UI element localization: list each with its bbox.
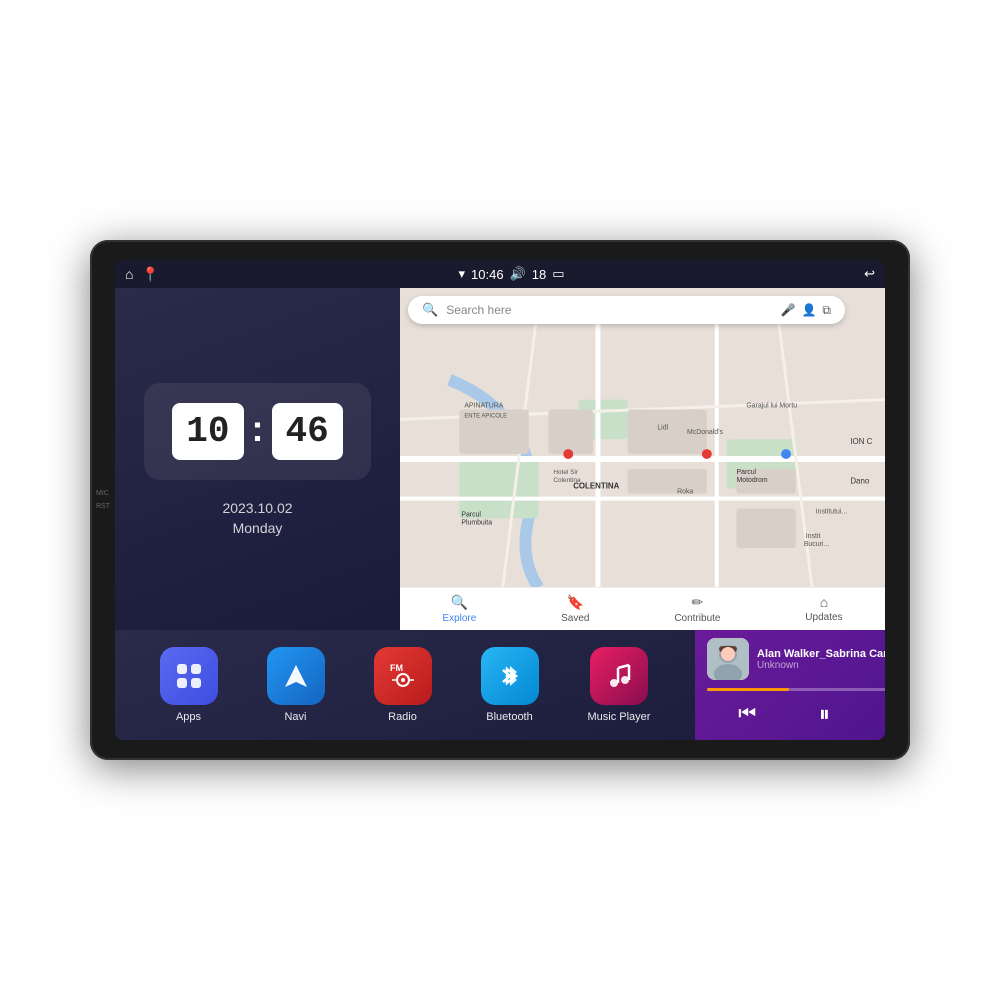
music-player-icon [590, 647, 648, 705]
app-music-player[interactable]: Music Player [588, 647, 651, 723]
svg-text:Institutui...: Institutui... [816, 508, 848, 515]
svg-text:Parcul: Parcul [737, 469, 757, 476]
side-labels: MIC RST [96, 490, 110, 510]
next-button[interactable]: ⏭ [885, 701, 886, 728]
map-bottom-nav: 🔍 Explore 🔖 Saved ✏ Contribute ⌂ [400, 587, 885, 630]
svg-text:McDonald's: McDonald's [687, 429, 723, 436]
contribute-label: Contribute [674, 613, 720, 624]
updates-icon: ⌂ [820, 594, 828, 610]
app-radio[interactable]: FM Radio [374, 647, 432, 723]
account-icon[interactable]: 👤 [801, 303, 816, 317]
svg-text:Roka: Roka [677, 489, 693, 496]
bluetooth-label: Bluetooth [486, 711, 532, 723]
apps-label: Apps [176, 711, 201, 723]
bottom-row: Apps Navi FM [115, 630, 885, 740]
app-bluetooth[interactable]: Bluetooth [481, 647, 539, 723]
back-icon[interactable]: ↩ [864, 266, 875, 282]
navi-icon [267, 647, 325, 705]
svg-text:FM: FM [390, 663, 403, 673]
search-icon: 🔍 [422, 302, 438, 318]
contribute-icon: ✏ [692, 594, 704, 611]
map-nav-explore[interactable]: 🔍 Explore [442, 594, 476, 624]
svg-text:Plumbuita: Plumbuita [461, 519, 492, 526]
app-apps[interactable]: Apps [160, 647, 218, 723]
navi-label: Navi [284, 711, 306, 723]
battery-icon: ▭ [552, 266, 564, 282]
bluetooth-icon [481, 647, 539, 705]
music-avatar [707, 638, 749, 680]
mic-label: MIC [96, 490, 110, 497]
clock-widget: 10 : 46 [144, 383, 370, 480]
radio-label: Radio [388, 711, 417, 723]
map-search-right-icons: 🎤 👤 ⧉ [781, 303, 831, 318]
signal-icon: ▾ [458, 266, 465, 282]
music-player-label: Music Player [588, 711, 651, 723]
map-svg: APINATURA ENTE APICOLE Lidl Garajul lui … [400, 288, 885, 630]
play-pause-button[interactable]: ⏸ [811, 699, 838, 729]
map-pin-icon[interactable]: 📍 [141, 266, 158, 283]
music-panel: Alan Walker_Sabrina Carpenter_F... Unkno… [695, 630, 885, 740]
battery-level: 18 [532, 267, 546, 282]
svg-text:Hotel Sir: Hotel Sir [553, 469, 578, 476]
device-shell: MIC RST ⌂ 📍 ▾ 10:46 🔊 18 ▭ ↩ [90, 240, 910, 760]
svg-text:ION C: ION C [850, 437, 872, 446]
updates-label: Updates [805, 612, 842, 623]
explore-icon: 🔍 [451, 594, 468, 611]
svg-text:ENTE APICOLE: ENTE APICOLE [464, 413, 507, 419]
svg-text:Instit: Instit [806, 533, 821, 540]
svg-text:Colentina: Colentina [553, 477, 581, 484]
status-bar: ⌂ 📍 ▾ 10:46 🔊 18 ▭ ↩ [115, 260, 885, 288]
date-display: 2023.10.02 Monday [222, 500, 292, 536]
music-info: Alan Walker_Sabrina Carpenter_F... Unkno… [707, 638, 885, 680]
music-artist: Unknown [757, 660, 885, 671]
app-navi[interactable]: Navi [267, 647, 325, 723]
left-panel: 10 : 46 2023.10.02 Monday [115, 288, 400, 630]
svg-text:Parcul: Parcul [461, 511, 481, 518]
svg-text:Lidl: Lidl [657, 424, 668, 431]
map-nav-updates[interactable]: ⌂ Updates [805, 594, 842, 624]
layers-icon[interactable]: ⧉ [822, 303, 831, 318]
main-content: 10 : 46 2023.10.02 Monday [115, 288, 885, 630]
status-center: ▾ 10:46 🔊 18 ▭ [458, 266, 564, 282]
right-panel: APINATURA ENTE APICOLE Lidl Garajul lui … [400, 288, 885, 630]
map-nav-contribute[interactable]: ✏ Contribute [674, 594, 720, 624]
mic-search-icon[interactable]: 🎤 [781, 303, 796, 317]
clock-minute: 46 [272, 403, 343, 460]
music-progress-fill [707, 688, 789, 691]
status-time: 10:46 [471, 267, 504, 282]
clock-hour: 10 [172, 403, 243, 460]
saved-icon: 🔖 [567, 594, 584, 611]
music-text: Alan Walker_Sabrina Carpenter_F... Unkno… [757, 648, 885, 671]
saved-label: Saved [561, 613, 589, 624]
music-progress-bar[interactable] [707, 688, 885, 691]
explore-label: Explore [442, 613, 476, 624]
apps-icon [160, 647, 218, 705]
map-nav-saved[interactable]: 🔖 Saved [561, 594, 589, 624]
svg-text:Motodrom: Motodrom [737, 477, 768, 484]
day-value: Monday [222, 520, 292, 536]
radio-icon: FM [374, 647, 432, 705]
music-controls: ⏮ ⏸ ⏭ [707, 699, 885, 729]
status-left-icons: ⌂ 📍 [125, 266, 159, 283]
volume-icon: 🔊 [510, 266, 526, 282]
prev-button[interactable]: ⏮ [730, 701, 764, 728]
svg-text:Bucuri...: Bucuri... [804, 541, 829, 548]
svg-text:Garajul lui Mortu: Garajul lui Mortu [746, 403, 797, 410]
music-title: Alan Walker_Sabrina Carpenter_F... [757, 648, 885, 660]
map-search-bar[interactable]: 🔍 Search here 🎤 👤 ⧉ [408, 296, 845, 324]
svg-text:APINATURA: APINATURA [464, 403, 503, 410]
rst-label: RST [96, 503, 110, 510]
map-search-placeholder: Search here [446, 303, 772, 317]
date-value: 2023.10.02 [222, 500, 292, 516]
map-container[interactable]: APINATURA ENTE APICOLE Lidl Garajul lui … [400, 288, 885, 630]
home-icon[interactable]: ⌂ [125, 266, 133, 282]
apps-panel: Apps Navi FM [115, 630, 695, 740]
screen: ⌂ 📍 ▾ 10:46 🔊 18 ▭ ↩ 10 : 46 [115, 260, 885, 740]
clock-separator: : [252, 408, 264, 450]
svg-text:Dano: Dano [850, 477, 870, 486]
status-right: ↩ [864, 266, 875, 282]
